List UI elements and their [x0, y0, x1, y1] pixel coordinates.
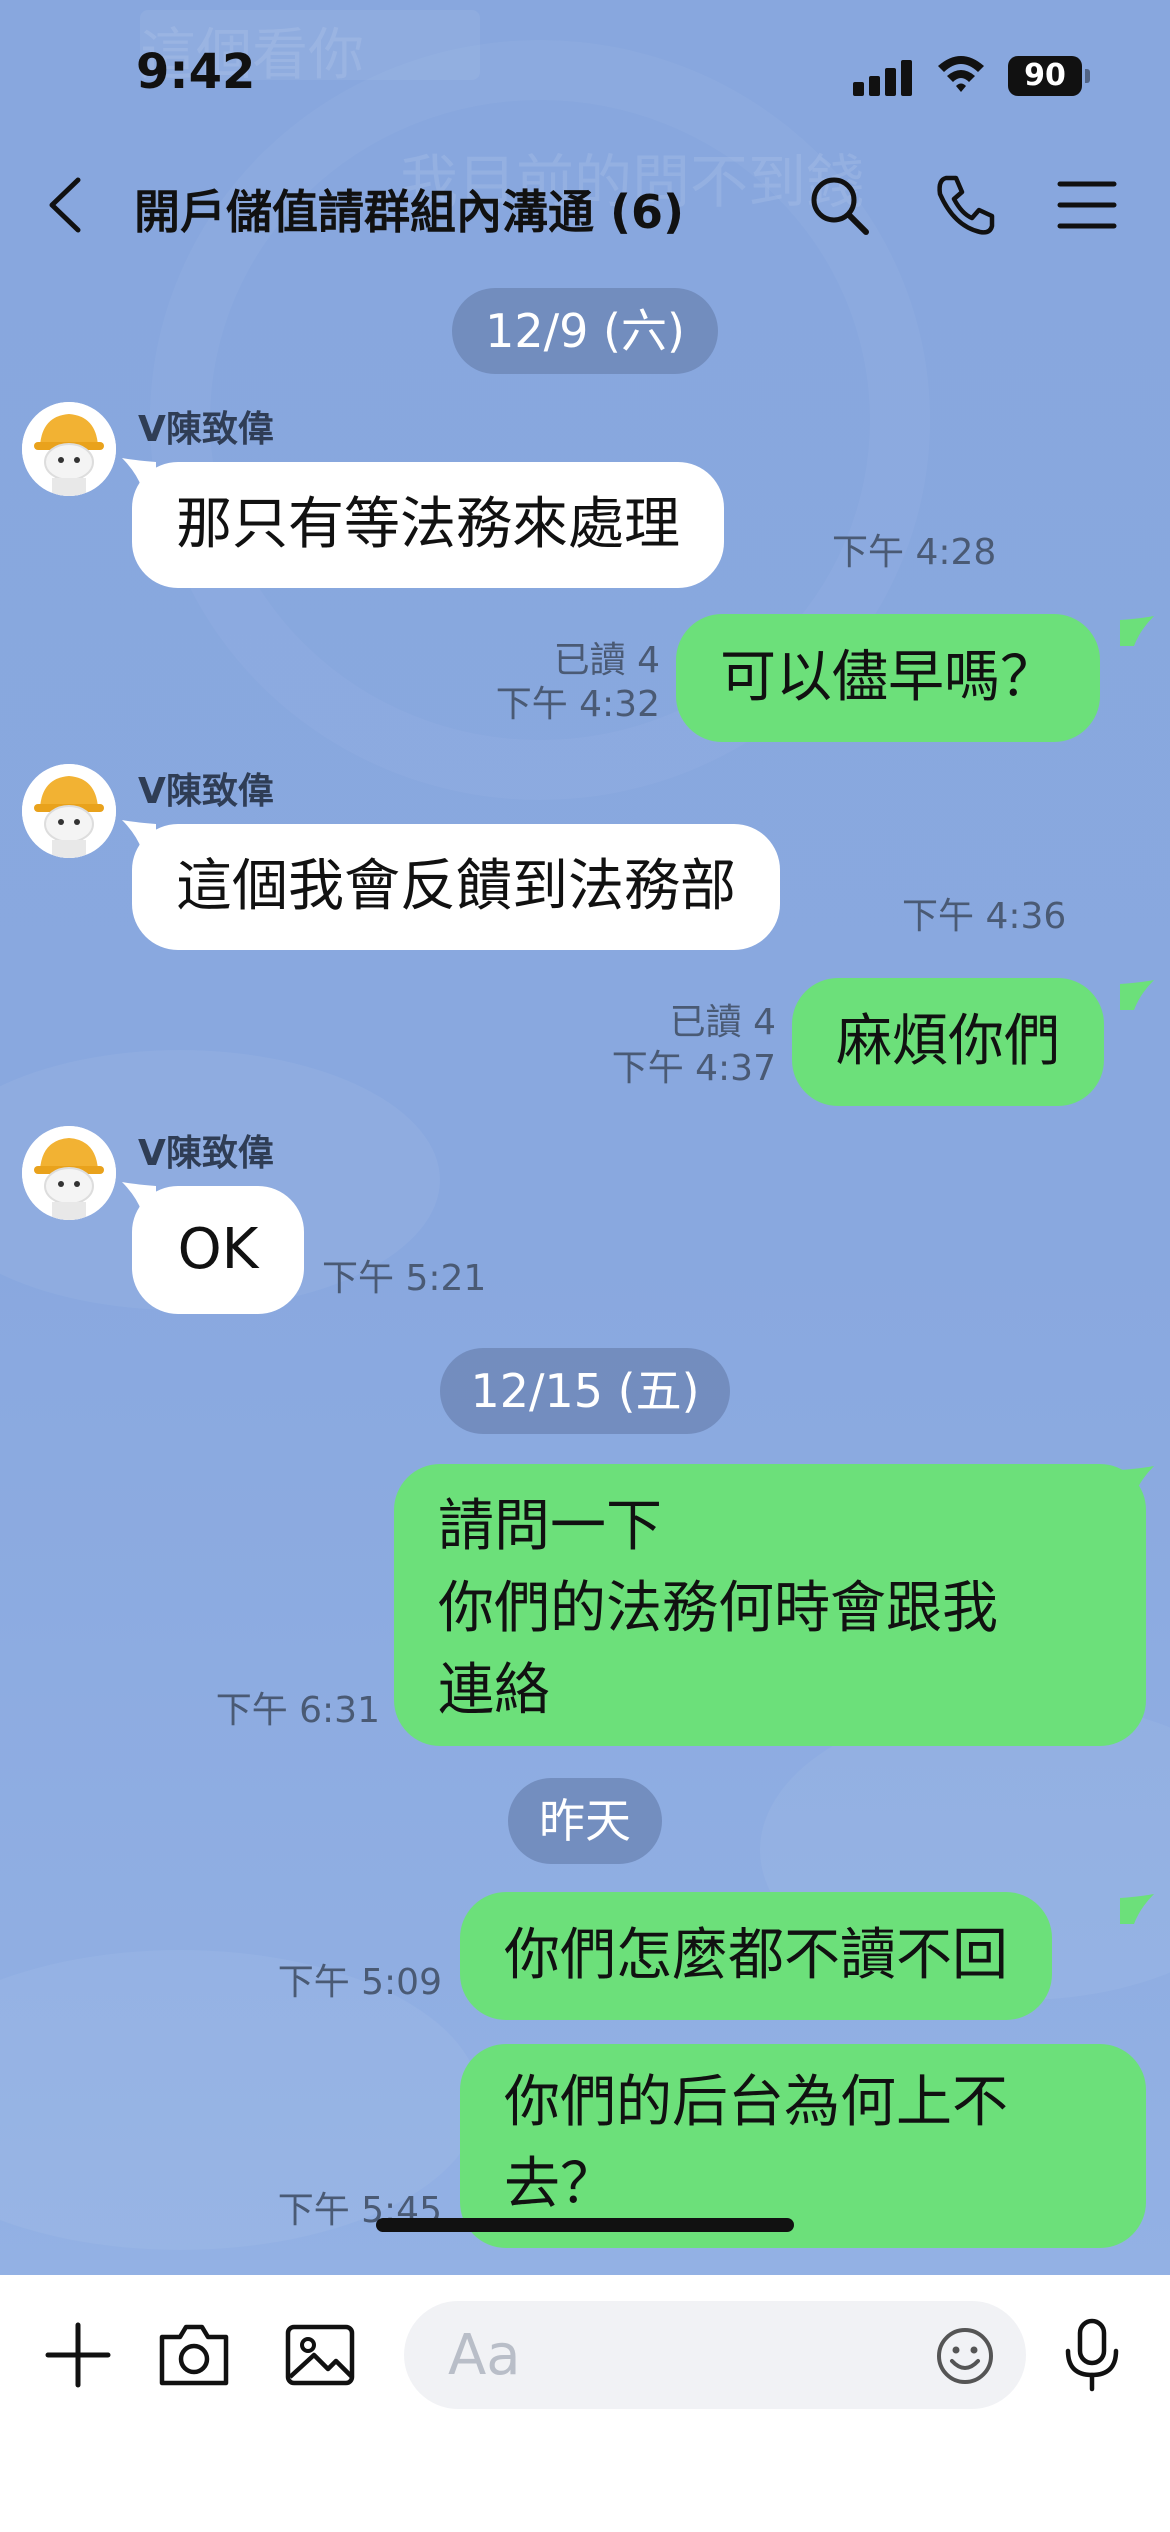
date-separator: 12/15 (五) [440, 1348, 730, 1434]
back-chevron-icon[interactable] [40, 170, 100, 240]
avatar-icon [22, 1126, 116, 1220]
microphone-icon[interactable] [1052, 2315, 1132, 2395]
message-time: 下午 4:32 [495, 684, 660, 725]
search-icon[interactable] [806, 172, 872, 238]
avatar[interactable] [22, 764, 116, 858]
sender-name: V陳致偉 [138, 409, 274, 450]
message-line: 你們的法務何時會跟我 [438, 1576, 998, 1641]
bubble-tail [1120, 980, 1154, 1010]
message-line: 去？ [504, 2152, 616, 2217]
home-indicator[interactable] [376, 2218, 794, 2232]
chat-header: 開戶儲值請群組內溝通 (6) [0, 160, 1170, 250]
camera-icon[interactable] [154, 2315, 234, 2395]
phone-icon[interactable] [932, 172, 998, 238]
bubble-tail [1120, 1894, 1154, 1924]
status-bar: 9:42 90 [0, 0, 1170, 150]
message-line: 請問一下 [438, 1494, 662, 1559]
chat-title[interactable]: 開戶儲值請群組內溝通 (6) [134, 176, 684, 242]
message-bubble-outgoing[interactable]: 你們怎麼都不讀不回 [460, 1892, 1052, 2020]
emoji-icon[interactable] [934, 2325, 996, 2387]
avatar[interactable] [22, 402, 116, 496]
message-bubble-incoming[interactable]: OK [132, 1186, 304, 1314]
message-bubble-outgoing[interactable]: 可以儘早嗎？ [676, 614, 1100, 742]
signal-icon [853, 58, 913, 96]
date-separator: 昨天 [508, 1778, 662, 1864]
message-time: 下午 4:37 [611, 1048, 776, 1089]
message-time: 下午 4:36 [902, 896, 1067, 937]
message-input[interactable] [448, 2325, 908, 2385]
menu-icon[interactable] [1054, 172, 1120, 238]
bubble-tail [1120, 616, 1154, 646]
wifi-icon [938, 56, 984, 92]
message-bubble-incoming[interactable]: 這個我會反饋到法務部 [132, 824, 780, 950]
message-line: 你們的后台為何上不 [504, 2070, 1008, 2135]
read-receipt: 已讀 4 [553, 640, 660, 681]
image-icon[interactable] [280, 2315, 360, 2395]
message-input-field[interactable] [404, 2301, 1026, 2409]
date-separator: 12/9 (六) [452, 288, 718, 374]
status-time: 9:42 [136, 44, 256, 100]
message-bubble-outgoing[interactable]: 麻煩你們 [792, 978, 1104, 1106]
plus-icon[interactable] [38, 2315, 118, 2395]
message-bubble-incoming[interactable]: 那只有等法務來處理 [132, 462, 724, 588]
message-time: 下午 6:31 [215, 1690, 380, 1731]
sender-name: V陳致偉 [138, 1133, 274, 1174]
avatar-icon [22, 764, 116, 858]
sender-name: V陳致偉 [138, 771, 274, 812]
bubble-tail [1120, 1466, 1154, 1496]
message-time: 下午 5:09 [277, 1962, 442, 2003]
avatar-icon [22, 402, 116, 496]
battery-icon: 90 [1008, 56, 1090, 96]
battery-level: 90 [1008, 56, 1082, 96]
message-bubble-outgoing[interactable]: 請問一下 你們的法務何時會跟我 連絡 [394, 1464, 1146, 1746]
message-line: 連絡 [438, 1658, 550, 1723]
avatar[interactable] [22, 1126, 116, 1220]
message-time: 下午 4:28 [832, 532, 997, 573]
message-time: 下午 5:21 [322, 1258, 487, 1299]
message-input-bar [0, 2275, 1170, 2532]
read-receipt: 已讀 4 [669, 1002, 776, 1043]
